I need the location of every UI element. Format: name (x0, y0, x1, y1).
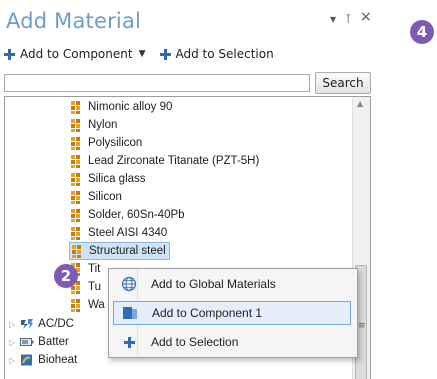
tree-folder-battery[interactable]: ▷ Batter (9, 334, 69, 350)
tree-item-label: Solder, 60Sn-40Pb (88, 209, 185, 221)
material-icon (71, 226, 84, 240)
tree-item-label: Lead Zirconate Titanate (PZT-5H) (88, 155, 260, 167)
tree-item-material[interactable]: Wa (71, 297, 105, 313)
material-icon (71, 208, 84, 222)
expand-arrow-icon[interactable]: ▷ (9, 338, 15, 347)
add-material-panel: Add Material ▾ ⊺ × Add to Component ▼ Ad… (0, 0, 392, 379)
tree-item-material-selected[interactable]: Structural steel (69, 242, 170, 260)
tree-folder-bioheat[interactable]: ▷ Bioheat (9, 352, 77, 368)
tree-item-label: Tit (88, 263, 101, 275)
tree-folder-label: Batter (38, 336, 69, 348)
tree-item-material[interactable]: Polysilicon (71, 135, 142, 151)
tree-item-label: Polysilicon (88, 137, 143, 149)
globe-icon (121, 276, 137, 292)
scroll-grip-icon: ≡ (358, 321, 366, 331)
bioheat-icon (21, 354, 33, 366)
plus-icon (121, 334, 137, 350)
tree-item-label: Wa (88, 299, 105, 311)
tree-item-label: Silica glass (88, 173, 146, 185)
menu-item-add-to-global-materials[interactable]: Add to Global Materials (113, 272, 351, 296)
add-to-component-label: Add to Component (20, 47, 133, 61)
search-button[interactable]: Search (315, 72, 371, 94)
battery-icon (20, 338, 34, 346)
tree-item-label: Nimonic alloy 90 (88, 101, 173, 113)
material-icon (71, 136, 84, 150)
plus-icon (159, 48, 171, 60)
close-icon[interactable]: × (360, 10, 372, 24)
material-icon (71, 100, 84, 114)
menu-item-label: Add to Component 1 (152, 306, 263, 320)
scroll-up-arrow-icon[interactable]: ▲ (357, 99, 363, 108)
tree-item-label: Tu (88, 281, 101, 293)
tree-item-material[interactable]: Nylon (71, 117, 117, 133)
context-menu: Add to Global Materials Add to Component… (108, 268, 358, 358)
tree-item-label: Steel AISI 4340 (88, 227, 168, 239)
tree-folder-label: AC/DC (38, 318, 74, 330)
panel-title: Add Material (6, 9, 142, 33)
tree-item-label: Structural steel (89, 245, 166, 257)
material-icon (71, 190, 84, 204)
add-to-selection-button[interactable]: Add to Selection (159, 47, 274, 61)
menu-item-label: Add to Global Materials (151, 277, 276, 291)
tree-item-material[interactable]: Steel AISI 4340 (71, 225, 167, 241)
menu-item-add-to-selection[interactable]: Add to Selection (113, 330, 351, 354)
component-icon (123, 307, 137, 319)
toolbar: Add to Component ▼ Add to Selection (4, 46, 288, 62)
panel-menu-icon[interactable]: ▾ (330, 12, 336, 26)
tree-item-material[interactable]: Silica glass (71, 171, 146, 187)
tree-item-label: Silicon (88, 191, 122, 203)
menu-item-label: Add to Selection (151, 335, 239, 349)
search-input[interactable] (4, 74, 310, 92)
tree-item-material[interactable]: Silicon (71, 189, 122, 205)
tree-item-material[interactable]: Nimonic alloy 90 (71, 99, 172, 115)
add-to-selection-label: Add to Selection (175, 47, 274, 61)
material-icon (71, 154, 84, 168)
menu-item-add-to-component[interactable]: Add to Component 1 (113, 301, 351, 325)
tree-folder-label: Bioheat (38, 354, 78, 366)
tree-item-label: Nylon (88, 119, 118, 131)
step-badge-4: 4 (410, 20, 434, 44)
plus-icon (4, 48, 15, 60)
add-to-component-button[interactable]: Add to Component ▼ (4, 47, 146, 61)
expand-arrow-icon[interactable]: ▷ (9, 356, 15, 365)
chevron-down-icon[interactable]: ▼ (139, 49, 146, 59)
tree-item-material[interactable]: Solder, 60Sn-40Pb (71, 207, 185, 223)
step-badge-2: 2 (54, 264, 78, 288)
material-icon (71, 298, 84, 312)
acdc-module-icon (21, 319, 34, 329)
material-icon (71, 118, 84, 132)
tree-folder-acdc[interactable]: ▷ AC/DC (9, 316, 74, 332)
material-icon (71, 172, 84, 186)
material-icon (72, 244, 85, 258)
expand-arrow-icon[interactable]: ▷ (9, 320, 15, 329)
pin-icon[interactable]: ⊺ (345, 12, 351, 26)
tree-item-material[interactable]: Lead Zirconate Titanate (PZT-5H) (71, 153, 259, 169)
